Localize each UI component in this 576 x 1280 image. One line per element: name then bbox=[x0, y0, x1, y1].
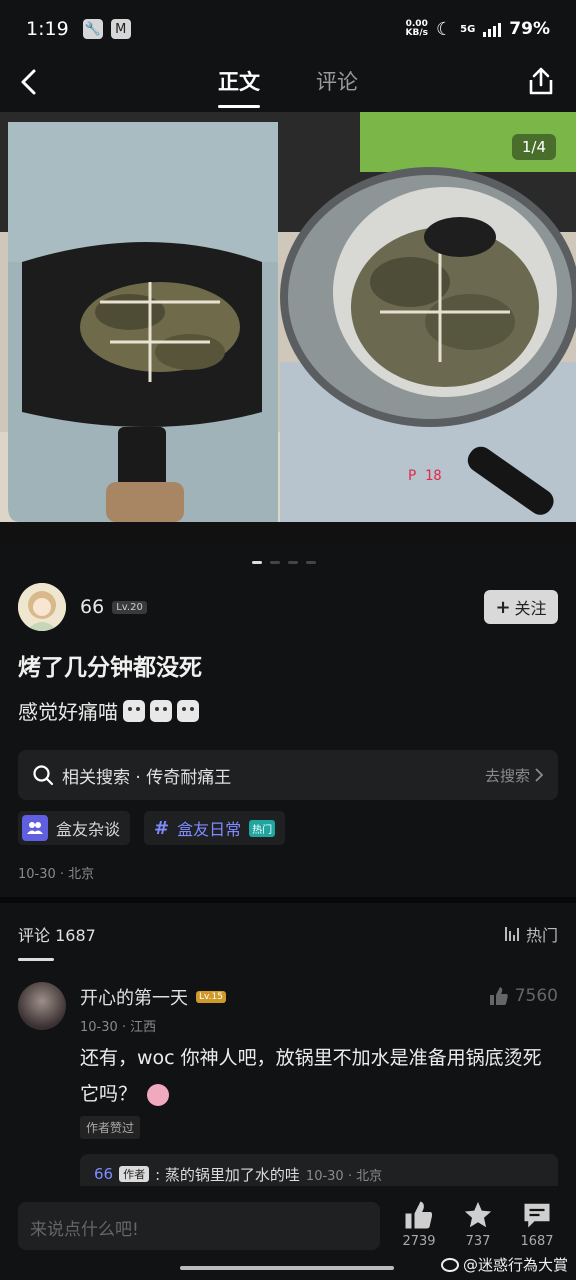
comments-header: 评论 1687 热门 bbox=[18, 922, 558, 961]
post-tags: 盒友杂谈 # 盒友日常 热门 bbox=[18, 811, 286, 845]
pager-dot bbox=[252, 561, 262, 564]
post-body-text: 感觉好痛喵 bbox=[18, 700, 118, 724]
tab-comments[interactable]: 评论 bbox=[316, 66, 358, 96]
favorite-count: 737 bbox=[465, 1234, 491, 1249]
like-button[interactable]: 2739 bbox=[394, 1200, 444, 1249]
related-search-label: 相关搜索 · 传奇耐痛王 bbox=[62, 767, 232, 788]
comment-button[interactable]: 1687 bbox=[512, 1200, 562, 1249]
follow-button[interactable]: + 关注 bbox=[484, 590, 558, 624]
related-search-bar[interactable]: 相关搜索 · 传奇耐痛王 去搜索 bbox=[18, 750, 558, 800]
pager-dot bbox=[288, 561, 298, 564]
author-avatar[interactable] bbox=[18, 583, 66, 631]
photo-illustration: P 18 bbox=[0, 112, 576, 544]
favorite-button[interactable]: 737 bbox=[453, 1200, 503, 1249]
commenter-level-badge: Lv.15 bbox=[196, 991, 226, 1003]
crying-emoji-icon bbox=[150, 699, 172, 722]
sort-hot-button[interactable]: 热门 bbox=[504, 922, 558, 946]
commenter-name[interactable]: 开心的第一天 bbox=[80, 984, 188, 1010]
svg-text:P 18: P 18 bbox=[408, 468, 442, 484]
nav-bar: 正文 评论 bbox=[0, 58, 576, 110]
battery-level: 79% bbox=[509, 19, 550, 39]
tag-label: 盒友日常 bbox=[177, 820, 242, 839]
share-icon[interactable] bbox=[526, 66, 556, 96]
go-search-link[interactable]: 去搜索 bbox=[485, 765, 544, 786]
watermark: @迷惑行為大賞 bbox=[440, 1254, 568, 1275]
comment-like-count: 7560 bbox=[514, 986, 558, 1006]
comments-count-tab[interactable]: 评论 1687 bbox=[18, 922, 96, 961]
post-photo[interactable]: P 18 1/4 bbox=[0, 112, 576, 544]
author-level-badge: Lv.20 bbox=[112, 600, 147, 614]
hashtag-icon: # bbox=[154, 817, 170, 839]
post-date-location: 10-30 · 北京 bbox=[18, 867, 95, 882]
back-icon[interactable] bbox=[14, 66, 46, 98]
home-indicator[interactable] bbox=[180, 1266, 394, 1270]
avatar-image bbox=[18, 583, 66, 631]
hot-badge: 热门 bbox=[249, 819, 276, 837]
photo-counter: 1/4 bbox=[511, 134, 556, 160]
bottom-bar: 来说点什么吧! 2739 737 1687 @迷惑行為大賞 bbox=[0, 1186, 576, 1280]
pager-dot bbox=[306, 561, 316, 564]
author-name[interactable]: 66 bbox=[80, 596, 104, 618]
pager-dot bbox=[270, 561, 280, 564]
author-tag: 作者 bbox=[119, 1166, 150, 1182]
section-divider bbox=[0, 897, 576, 903]
author-row: 66 Lv.20 + 关注 bbox=[18, 582, 558, 632]
tab-main[interactable]: 正文 bbox=[218, 66, 260, 108]
star-icon bbox=[464, 1201, 492, 1228]
crying-emoji-icon bbox=[123, 699, 145, 722]
post-body: 感觉好痛喵 bbox=[18, 696, 199, 725]
sort-icon bbox=[504, 927, 519, 941]
comment-like-button[interactable]: 7560 bbox=[489, 986, 558, 1006]
like-count: 2739 bbox=[402, 1234, 436, 1249]
crying-emoji-icon bbox=[177, 699, 199, 722]
plus-icon: + bbox=[495, 596, 511, 618]
thumbs-up-icon bbox=[489, 987, 508, 1005]
weibo-icon bbox=[440, 1257, 459, 1272]
reply-text: : 蒸的锅里加了水的哇 bbox=[155, 1165, 300, 1184]
thumbs-up-icon bbox=[405, 1201, 433, 1229]
reply-user[interactable]: 66 bbox=[94, 1165, 113, 1183]
mail-icon: M bbox=[110, 19, 131, 39]
comment-count: 1687 bbox=[520, 1234, 554, 1249]
search-icon bbox=[33, 765, 54, 786]
network-type: 5G bbox=[460, 23, 476, 35]
comment-icon bbox=[524, 1203, 550, 1228]
moon-icon: ☾ bbox=[435, 18, 453, 40]
post-title: 烤了几分钟都没死 bbox=[18, 655, 202, 681]
chevron-right-icon bbox=[535, 768, 544, 782]
photo-pager bbox=[252, 561, 316, 564]
tag-chat[interactable]: 盒友杂谈 bbox=[18, 811, 131, 845]
comment-date-location: 10-30 · 江西 bbox=[80, 1020, 157, 1035]
wrench-icon: 🔧 bbox=[82, 19, 103, 39]
reply-meta: 10-30 · 北京 bbox=[305, 1168, 383, 1184]
tag-label: 盒友杂谈 bbox=[56, 820, 121, 839]
pig-emoji-icon bbox=[147, 1083, 170, 1106]
group-icon bbox=[22, 815, 48, 841]
comment-text: 还有，woc 你神人吧，放锅里不加水是准备用锅底烫死它吗？ bbox=[80, 1047, 542, 1106]
signal-icon bbox=[483, 21, 502, 37]
net-speed: 0.00 KB/s bbox=[405, 19, 428, 38]
comment-input[interactable]: 来说点什么吧! bbox=[18, 1202, 380, 1250]
tag-daily[interactable]: # 盒友日常 热门 bbox=[144, 811, 286, 845]
author-liked-badge: 作者赞过 bbox=[80, 1116, 141, 1139]
follow-label: 关注 bbox=[514, 599, 547, 618]
commenter-avatar[interactable] bbox=[18, 982, 66, 1030]
status-time: 1:19 bbox=[26, 18, 69, 40]
status-bar: 1:19 🔧 M 0.00 KB/s ☾ 5G 79% bbox=[0, 0, 576, 58]
